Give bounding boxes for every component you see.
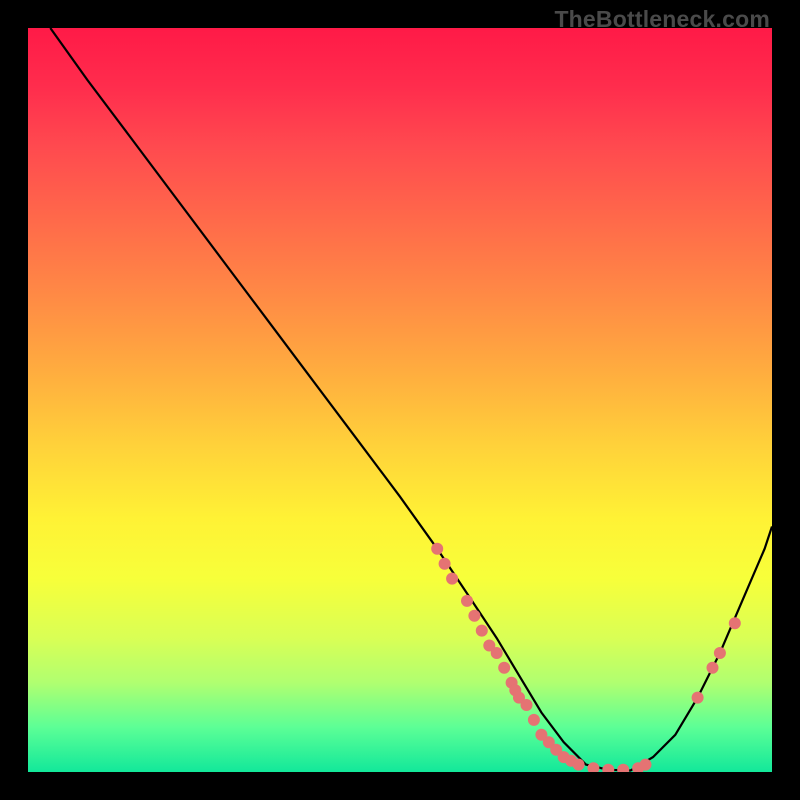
watermark-text: TheBottleneck.com bbox=[554, 6, 770, 33]
data-point bbox=[729, 617, 741, 629]
data-point bbox=[446, 573, 458, 585]
curve-line bbox=[50, 28, 772, 771]
data-point bbox=[498, 662, 510, 674]
data-point bbox=[431, 543, 443, 555]
data-point bbox=[640, 759, 652, 771]
data-point bbox=[461, 595, 473, 607]
chart-svg bbox=[28, 28, 772, 772]
data-point bbox=[521, 699, 533, 711]
data-point bbox=[707, 662, 719, 674]
chart-plot-area bbox=[28, 28, 772, 772]
data-point bbox=[439, 558, 451, 570]
data-point bbox=[617, 764, 629, 772]
data-point bbox=[491, 647, 503, 659]
data-point bbox=[468, 610, 480, 622]
data-point bbox=[692, 692, 704, 704]
data-point bbox=[602, 764, 614, 772]
data-point bbox=[528, 714, 540, 726]
data-point bbox=[587, 762, 599, 772]
data-points-group bbox=[431, 543, 741, 772]
data-point bbox=[573, 759, 585, 771]
data-point bbox=[714, 647, 726, 659]
data-point bbox=[476, 625, 488, 637]
